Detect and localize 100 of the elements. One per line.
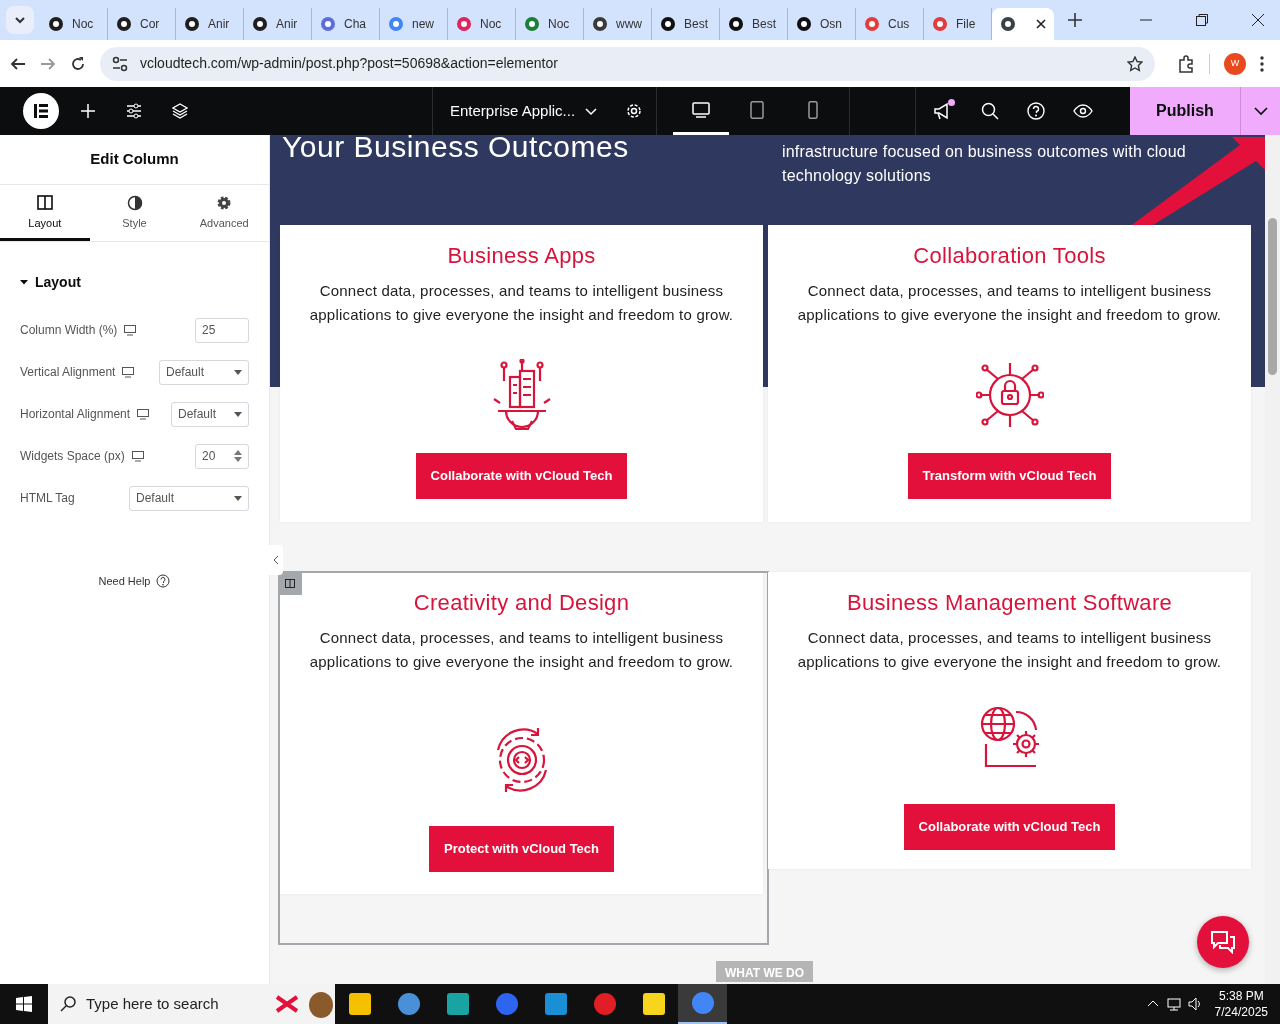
- site-icon: [388, 16, 404, 32]
- help-icon[interactable]: [156, 573, 171, 588]
- restore-icon[interactable]: [1196, 14, 1208, 26]
- card-title: Business Management Software: [846, 590, 1173, 617]
- more-icon[interactable]: [1260, 55, 1264, 72]
- back-icon[interactable]: [10, 55, 26, 72]
- panel-tab[interactable]: Style: [89, 185, 180, 241]
- field-label: Column Width (%): [20, 322, 118, 339]
- hero-text: infrastructure focused on business outcomes with cloud technology solutions: [782, 142, 1187, 186]
- chat-button[interactable]: [1197, 916, 1249, 968]
- caret-icon: [234, 495, 242, 501]
- address-bar[interactable]: vcloudtech.com/wp-admin/post.php?post=50698&action=elementor: [100, 46, 1155, 81]
- desktop-icon: [692, 100, 710, 119]
- reload-icon[interactable]: [70, 55, 86, 72]
- number-field[interactable]: 20: [195, 443, 249, 469]
- add-icon[interactable]: [80, 103, 96, 119]
- taskbar-search-field[interactable]: Type here to search: [48, 984, 335, 1024]
- desktop-icon[interactable]: [122, 366, 135, 378]
- app-icon[interactable]: [445, 992, 470, 1016]
- field-label: Vertical Alignment: [20, 364, 116, 381]
- date-text: 7/24/2025: [1214, 1004, 1268, 1020]
- section-toggle[interactable]: Layout: [20, 271, 81, 293]
- close-icon[interactable]: [1036, 19, 1046, 29]
- panel-tab[interactable]: Advanced: [179, 185, 269, 241]
- browser-tab[interactable]: [992, 8, 1054, 40]
- card-text: Connect data, processes, and teams to intelligent business applications to give everyone the insight and freedom to grow.: [308, 281, 735, 326]
- publish-button[interactable]: Publish: [1130, 87, 1240, 135]
- search-icon[interactable]: [981, 102, 999, 120]
- search-icon: [60, 996, 76, 1012]
- section-label: WHAT WE DO: [716, 961, 814, 982]
- caret-icon: [234, 369, 242, 375]
- field-label: Horizontal Alignment: [20, 406, 131, 423]
- cta-button[interactable]: Collaborate with vCloud Tech: [415, 453, 628, 499]
- site-icon: [796, 16, 812, 32]
- column-handle[interactable]: [278, 571, 302, 595]
- cta-button[interactable]: Collaborate with vCloud Tech: [903, 804, 1116, 850]
- card-title: Collaboration Tools: [913, 243, 1106, 270]
- hero-title: Your Business Outcomes: [282, 135, 629, 165]
- site-icon: [252, 16, 268, 32]
- profile-avatar[interactable]: W: [1224, 52, 1246, 75]
- star-icon[interactable]: [1127, 55, 1143, 72]
- style-icon: [126, 195, 143, 211]
- settings-icon[interactable]: [625, 102, 644, 120]
- spinner-icon: [234, 450, 242, 462]
- select-field[interactable]: Default: [171, 401, 249, 427]
- site-icon: [524, 16, 540, 32]
- app-icon[interactable]: [543, 992, 568, 1016]
- help-link[interactable]: Need Help: [98, 572, 151, 589]
- advanced-icon: [216, 195, 233, 211]
- tab-list-button[interactable]: [6, 6, 34, 34]
- layers-icon[interactable]: [172, 103, 188, 119]
- panel-title: Edit Column: [0, 135, 269, 185]
- page-title-dropdown[interactable]: Enterprise Applic...: [450, 99, 598, 123]
- field-label: HTML Tag: [20, 490, 75, 507]
- card-text: Connect data, processes, and teams to intelligent business applications to give everyone the insight and freedom to grow.: [308, 628, 735, 673]
- app-icon[interactable]: [347, 992, 372, 1016]
- site-icon: [592, 16, 608, 32]
- eye-icon[interactable]: [1073, 104, 1093, 118]
- select-field[interactable]: Default: [129, 485, 249, 511]
- field-label: Widgets Space (px): [20, 448, 125, 465]
- logo-icon: [33, 103, 49, 119]
- elementor-logo-button[interactable]: [23, 93, 59, 129]
- site-icon: [116, 16, 132, 32]
- desktop-icon[interactable]: [137, 408, 150, 420]
- chat-icon: [1210, 930, 1236, 954]
- site-icon: [932, 16, 948, 32]
- chevron-down-icon: [1253, 104, 1268, 118]
- panel-tab[interactable]: Layout: [0, 185, 90, 241]
- site-icon: [456, 16, 472, 32]
- scrollbar-thumb[interactable]: [1268, 218, 1277, 375]
- card-text: Connect data, processes, and teams to intelligent business applications to give everyone the insight and freedom to grow.: [796, 628, 1223, 673]
- input-field[interactable]: 25: [195, 317, 249, 343]
- cta-button[interactable]: Protect with vCloud Tech: [428, 826, 615, 872]
- caret-icon: [20, 278, 28, 286]
- search-art-icon: [275, 989, 335, 1019]
- cta-button[interactable]: Transform with vCloud Tech: [907, 453, 1112, 499]
- time-text: 5:38 PM: [1217, 988, 1265, 1004]
- chevron-left-icon: [273, 556, 279, 564]
- new-tab-icon[interactable]: [1068, 13, 1082, 27]
- app-icon[interactable]: [396, 992, 421, 1016]
- puzzle-icon[interactable]: [1177, 54, 1195, 73]
- desktop-icon[interactable]: [131, 450, 144, 462]
- site-icon: [864, 16, 880, 32]
- tray-icons[interactable]: [1146, 996, 1203, 1012]
- site-settings-icon: [112, 55, 128, 72]
- tablet-icon: [748, 100, 766, 119]
- select-field[interactable]: Default: [159, 359, 249, 385]
- layout-icon: [36, 195, 53, 211]
- chevron-down-icon: [585, 105, 598, 117]
- forward-icon[interactable]: [40, 55, 56, 72]
- sliders-icon[interactable]: [126, 103, 142, 119]
- app-icon[interactable]: [641, 992, 666, 1016]
- clock[interactable]: 5:38 PM 7/24/2025: [1214, 988, 1268, 1020]
- caret-icon: [234, 411, 242, 417]
- desktop-icon[interactable]: [124, 324, 137, 336]
- card-title: Business Apps: [447, 243, 596, 270]
- windows-logo-icon[interactable]: [16, 996, 32, 1012]
- site-icon: [48, 16, 64, 32]
- notification-dot-icon: [948, 99, 955, 106]
- close-icon[interactable]: [1252, 14, 1264, 26]
